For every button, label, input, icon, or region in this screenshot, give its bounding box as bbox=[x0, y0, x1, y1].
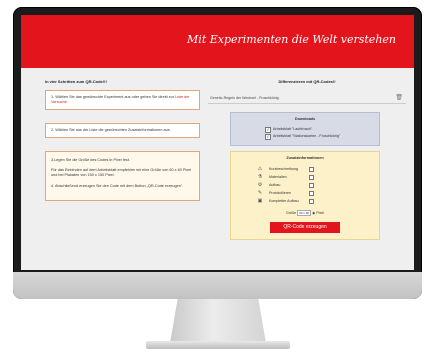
qr-section-title: Differenzieren mit QR-Codes!! bbox=[278, 79, 336, 84]
zusatz-option-label: Protokollieren bbox=[269, 191, 291, 195]
checkbox-checked-icon[interactable]: ✓ bbox=[265, 133, 271, 140]
pencil-icon: ✎ bbox=[257, 190, 263, 196]
step-1-box: 1. Wählen Sie das gewünschte Experiment … bbox=[45, 90, 200, 110]
checkbox-checked-icon[interactable]: ✓ bbox=[265, 126, 271, 133]
zusatzinfo-title: Zusatzinformationen bbox=[286, 156, 324, 160]
step-3-hint: Für das Einbinden auf dem Arbeitsblatt e… bbox=[51, 168, 192, 178]
step-3-text: 3.Legen Sie die Größe des Codes in Pixel… bbox=[51, 158, 130, 162]
monitor-stand bbox=[170, 299, 266, 343]
size-row: Größe 60 x 60 ◉ Pixel bbox=[237, 210, 373, 216]
page-title: Mit Experimenten die Welt verstehen bbox=[187, 33, 396, 46]
step-2-box: 2. Wählen Sie aus der Liste die gewünsch… bbox=[45, 123, 200, 138]
step-2-text: 2. Wählen Sie aus der Liste die gewünsch… bbox=[51, 128, 171, 132]
assembly-icon: ▣ bbox=[257, 198, 263, 204]
zusatz-option-label: Kurzbeschreibung bbox=[269, 167, 298, 171]
download-option-label: Arbeitsblatt "Stationskarten - Froschkön… bbox=[273, 134, 341, 138]
zusatz-checkbox[interactable] bbox=[309, 166, 314, 172]
unit-label: Pixel bbox=[316, 210, 325, 215]
zusatz-checkbox[interactable] bbox=[309, 190, 314, 196]
warning-icon: ⚠ bbox=[257, 166, 263, 172]
zusatzinfo-panel: Zusatzinformationen ⚠ Kurzbeschreibung ⚗… bbox=[230, 151, 380, 240]
size-label: Größe bbox=[285, 210, 297, 215]
instructions-title: In vier Schritten zum QR-Code!!! bbox=[45, 79, 107, 84]
step-1-text: 1. Wählen Sie das gewünschte Experiment … bbox=[51, 95, 176, 99]
zusatz-option-label: Aufbau bbox=[269, 183, 281, 187]
zusatz-option[interactable]: ▣ Kompletter Aufbau bbox=[255, 197, 373, 205]
pixel-radio-icon[interactable]: ◉ bbox=[312, 211, 315, 215]
zusatz-option-label: Kompletter Aufbau bbox=[269, 199, 299, 203]
flask-icon: ⚗ bbox=[257, 174, 263, 180]
zusatz-option[interactable]: ⚙ Aufbau bbox=[255, 181, 373, 189]
size-input[interactable]: 60 x 60 bbox=[297, 210, 312, 216]
trash-icon[interactable]: 🗑 bbox=[395, 94, 403, 102]
zusatz-option[interactable]: ✎ Protokollieren bbox=[255, 189, 373, 197]
instructions-column: In vier Schritten zum QR-Code!!! 1. Wähl… bbox=[45, 79, 200, 214]
download-option-label: Arbeitsblatt "Laubfrosch" bbox=[273, 127, 313, 131]
zusatz-option[interactable]: ⚗ Materialien bbox=[255, 173, 373, 181]
monitor-chin bbox=[13, 272, 422, 299]
experiment-select-value: Genetic-Regeln der Wechsel - Froschkönig bbox=[210, 96, 279, 100]
screen: Mit Experimenten die Welt verstehen In v… bbox=[21, 15, 414, 270]
zusatz-option[interactable]: ⚠ Kurzbeschreibung bbox=[255, 165, 373, 173]
zusatz-checkbox[interactable] bbox=[309, 182, 314, 188]
downloads-panel: Downloads ✓ Arbeitsblatt "Laubfrosch" ✓ … bbox=[230, 112, 380, 146]
monitor-frame: Mit Experimenten die Welt verstehen In v… bbox=[13, 7, 422, 299]
setup-icon: ⚙ bbox=[257, 182, 263, 188]
generate-qr-button[interactable]: QR-Code erzeugen bbox=[270, 222, 340, 233]
zusatz-option-label: Materialien bbox=[269, 175, 287, 179]
downloads-title: Downloads bbox=[294, 117, 316, 121]
monitor-base bbox=[146, 341, 290, 349]
experiment-select[interactable]: Genetic-Regeln der Wechsel - Froschkönig… bbox=[208, 94, 406, 104]
header-banner: Mit Experimenten die Welt verstehen bbox=[21, 15, 414, 68]
step-4-text: 4. Abschließend erzeugen Sie den Code mi… bbox=[51, 183, 184, 188]
zusatz-checkbox[interactable] bbox=[309, 198, 314, 204]
download-option[interactable]: ✓ Arbeitsblatt "Laubfrosch" bbox=[265, 126, 373, 133]
step-3-4-box: 3.Legen Sie die Größe des Codes in Pixel… bbox=[45, 151, 200, 201]
download-option[interactable]: ✓ Arbeitsblatt "Stationskarten - Froschk… bbox=[265, 133, 373, 140]
qr-column: Differenzieren mit QR-Codes!! Genetic-Re… bbox=[208, 79, 406, 240]
zusatz-checkbox[interactable] bbox=[309, 174, 314, 180]
